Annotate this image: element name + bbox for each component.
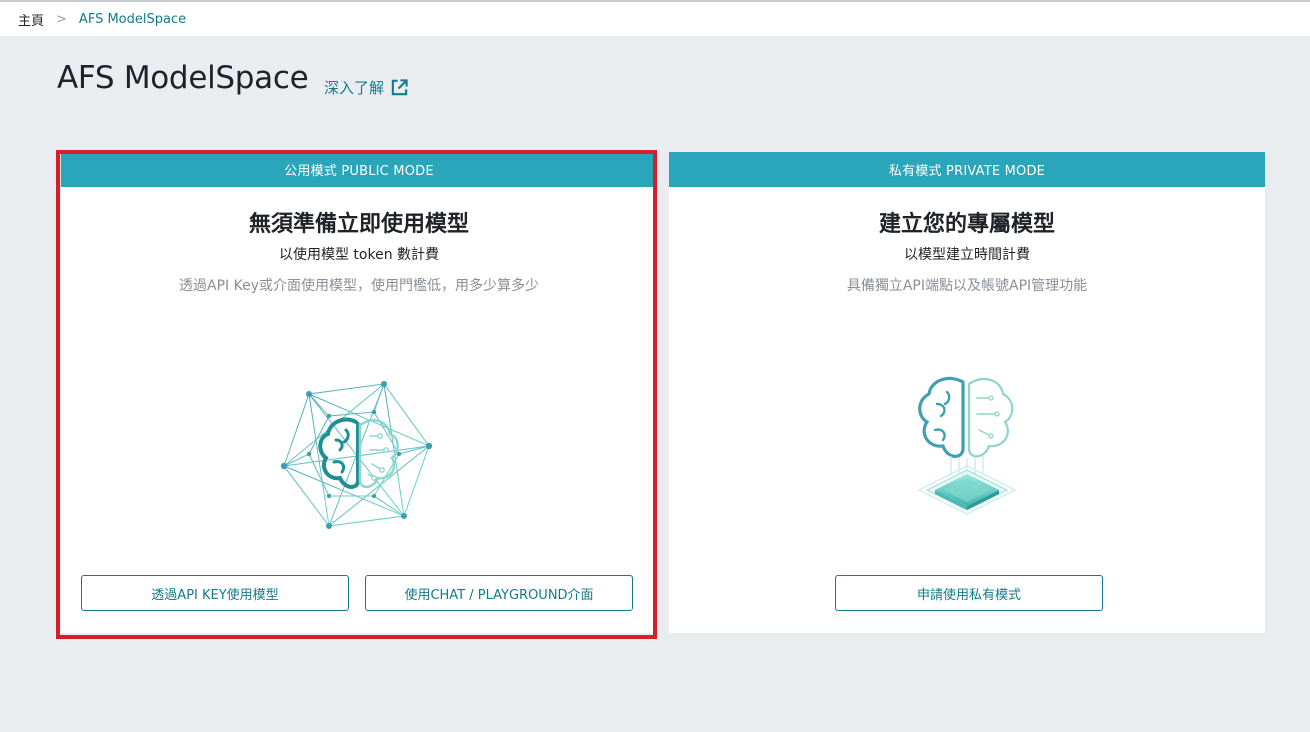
learn-more-label: 深入了解: [324, 79, 385, 97]
public-mode-header: 公用模式 PUBLIC MODE: [61, 152, 657, 187]
private-mode-card: 私有模式 PRIVATE MODE 建立您的專屬模型 以模型建立時間計費 具備獨…: [669, 152, 1265, 633]
chat-playground-button[interactable]: 使用CHAT / PLAYGROUND介面: [365, 575, 633, 611]
private-mode-subtitle: 以模型建立時間計費: [904, 247, 1030, 263]
brain-chip-icon: [917, 376, 1017, 515]
external-link-icon: [391, 79, 408, 96]
breadcrumb-current[interactable]: AFS ModelSpace: [79, 12, 186, 27]
public-mode-title: 無須準備立即使用模型: [248, 212, 469, 237]
breadcrumb-home[interactable]: 主頁: [18, 10, 44, 29]
private-illustration: [669, 370, 1265, 530]
private-mode-title: 建立您的專屬模型: [878, 212, 1055, 237]
learn-more-link[interactable]: 深入了解: [324, 77, 409, 98]
breadcrumb: 主頁 > AFS ModelSpace: [0, 2, 1310, 36]
public-mode-card: 公用模式 PUBLIC MODE 無須準備立即使用模型 以使用模型 token …: [61, 152, 657, 633]
private-mode-header: 私有模式 PRIVATE MODE: [669, 152, 1265, 187]
apply-private-mode-button[interactable]: 申請使用私有模式: [835, 575, 1103, 611]
brain-network-icon: [280, 381, 433, 529]
public-illustration: [61, 374, 657, 534]
page-title: AFS ModelSpace: [57, 60, 309, 96]
public-mode-description: 透過API Key或介面使用模型，使用門檻低，用多少算多少: [179, 278, 539, 294]
breadcrumb-separator: >: [56, 11, 67, 27]
private-mode-description: 具備獨立API端點以及帳號API管理功能: [846, 278, 1088, 294]
public-mode-subtitle: 以使用模型 token 數計費: [278, 247, 440, 263]
use-api-key-button[interactable]: 透過API KEY使用模型: [81, 575, 349, 611]
